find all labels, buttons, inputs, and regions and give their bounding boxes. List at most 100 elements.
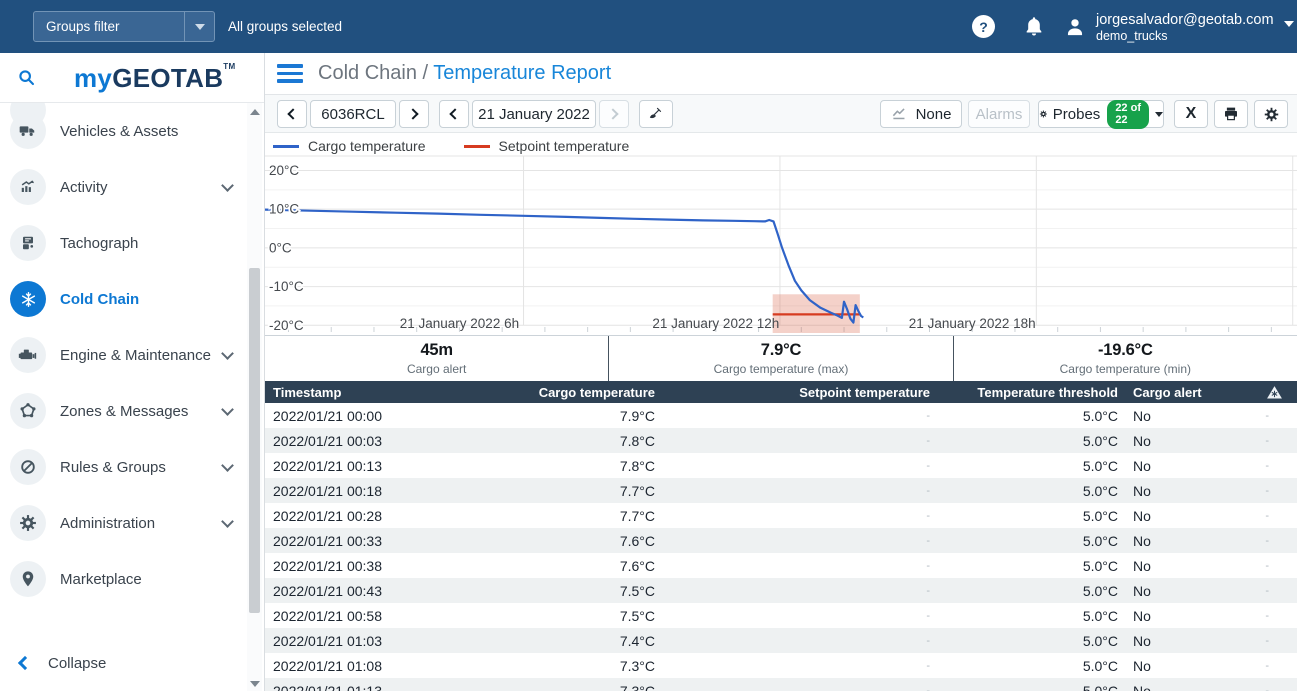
- sidebar-item-label: Tachograph: [60, 235, 138, 252]
- cell-timestamp: 2022/01/21 00:03: [265, 428, 525, 453]
- table-row[interactable]: 2022/01/21 00:337.6°C-5.0°CNo-: [265, 528, 1297, 553]
- chevron-down-icon: [1284, 21, 1294, 27]
- cell-cargo-alert: No: [1120, 653, 1220, 678]
- svg-text:21 January 2022 12h: 21 January 2022 12h: [652, 316, 779, 331]
- cell-timestamp: 2022/01/21 00:00: [265, 403, 525, 428]
- sidebar-item-tachograph[interactable]: Tachograph: [0, 215, 246, 271]
- page-header: Cold Chain / Temperature Report: [265, 53, 1297, 95]
- legend-label-cargo: Cargo temperature: [308, 138, 426, 154]
- col-temperature-threshold[interactable]: Temperature threshold: [930, 381, 1120, 403]
- sidebar-item-activity[interactable]: Activity: [0, 159, 246, 215]
- sidebar-item-label: Activity: [60, 179, 108, 196]
- sidebar-item-engine-maintenance[interactable]: Engine & Maintenance: [0, 327, 246, 383]
- prev-date-button[interactable]: [439, 100, 469, 128]
- sidebar-item-cold-chain[interactable]: Cold Chain: [0, 271, 246, 327]
- cell-cargo-temperature: 7.8°C: [525, 428, 655, 453]
- help-button[interactable]: ?: [972, 15, 995, 38]
- mygeotab-logo: myGEOTABTM: [74, 62, 235, 94]
- sidebar-item-label: Administration: [60, 515, 155, 532]
- sidebar-item-vehicles-assets[interactable]: Vehicles & Assets: [0, 103, 246, 159]
- next-date-button[interactable]: [599, 100, 629, 128]
- tachograph-icon: [10, 225, 46, 261]
- legend-line-setpoint: [464, 145, 490, 148]
- table-row[interactable]: 2022/01/21 00:007.9°C-5.0°CNo-: [265, 403, 1297, 428]
- sidebar-item-administration[interactable]: Administration: [0, 495, 246, 551]
- alarms-button[interactable]: Alarms: [968, 100, 1030, 128]
- scrollbar-thumb[interactable]: [249, 268, 260, 613]
- col-alert-flag[interactable]: [1220, 381, 1297, 403]
- groups-filter[interactable]: Groups filter: [33, 11, 215, 42]
- cell-cargo-alert: No: [1120, 578, 1220, 603]
- cell-temperature-threshold: 5.0°C: [930, 603, 1120, 628]
- scroll-down-arrow[interactable]: [250, 681, 260, 687]
- gear-icon: [1263, 106, 1280, 123]
- person-icon: [1062, 14, 1088, 40]
- user-database: demo_trucks: [1096, 29, 1274, 45]
- chevron-down-icon: [1155, 112, 1163, 117]
- next-vehicle-button[interactable]: [399, 100, 429, 128]
- vehicle-selector-button[interactable]: 6036RCL: [310, 100, 396, 128]
- col-setpoint-temperature[interactable]: Setpoint temperature: [655, 381, 930, 403]
- cell-temperature-threshold: 5.0°C: [930, 553, 1120, 578]
- cell-cargo-alert: No: [1120, 403, 1220, 428]
- chart-mode-label: None: [916, 106, 952, 123]
- col-cargo-temperature[interactable]: Cargo temperature: [525, 381, 655, 403]
- gear-icon: [1039, 107, 1048, 121]
- probes-label: Probes: [1053, 106, 1101, 123]
- chevron-right-icon: [407, 108, 418, 119]
- table-row[interactable]: 2022/01/21 00:137.8°C-5.0°CNo-: [265, 453, 1297, 478]
- user-menu[interactable]: jorgesalvador@geotab.com demo_trucks: [1062, 11, 1294, 45]
- table-row[interactable]: 2022/01/21 00:587.5°C-5.0°CNo-: [265, 603, 1297, 628]
- prev-vehicle-button[interactable]: [277, 100, 307, 128]
- scroll-up-arrow[interactable]: [250, 109, 260, 115]
- search-icon[interactable]: [16, 67, 38, 89]
- notifications-button[interactable]: [1022, 14, 1046, 38]
- cell-timestamp: 2022/01/21 00:43: [265, 578, 525, 603]
- table-row[interactable]: 2022/01/21 00:437.5°C-5.0°CNo-: [265, 578, 1297, 603]
- col-timestamp[interactable]: Timestamp: [265, 381, 525, 403]
- zone-icon: [10, 393, 46, 429]
- table-row[interactable]: 2022/01/21 01:037.4°C-5.0°CNo-: [265, 628, 1297, 653]
- sidebar-item-rules-groups[interactable]: Rules & Groups: [0, 439, 246, 495]
- table-row[interactable]: 2022/01/21 01:137.3°C-5.0°CNo-: [265, 678, 1297, 691]
- groups-filter-dropdown-button[interactable]: [184, 12, 214, 41]
- table-row[interactable]: 2022/01/21 00:287.7°C-5.0°CNo-: [265, 503, 1297, 528]
- cell-alert-flag: -: [1220, 453, 1297, 478]
- excel-export-button[interactable]: X: [1174, 100, 1208, 128]
- cell-setpoint-temperature: -: [655, 678, 930, 691]
- groups-filter-label: Groups filter: [34, 19, 184, 34]
- sidebar-item-marketplace[interactable]: Marketplace: [0, 551, 246, 607]
- settings-button[interactable]: [1254, 100, 1288, 128]
- probes-dropdown-button[interactable]: Probes 22 of 22: [1038, 100, 1164, 128]
- cell-alert-flag: -: [1220, 428, 1297, 453]
- cell-timestamp: 2022/01/21 00:13: [265, 453, 525, 478]
- table-row[interactable]: 2022/01/21 00:387.6°C-5.0°CNo-: [265, 553, 1297, 578]
- sidebar-item-label: Vehicles & Assets: [60, 123, 178, 140]
- chart-legend: Cargo temperature Setpoint temperature: [273, 138, 629, 154]
- user-email: jorgesalvador@geotab.com: [1096, 11, 1274, 29]
- cell-cargo-temperature: 7.6°C: [525, 553, 655, 578]
- svg-text:21 January 2022 6h: 21 January 2022 6h: [400, 316, 519, 331]
- chart-mode-button[interactable]: None: [880, 100, 962, 128]
- clear-button[interactable]: [639, 100, 673, 128]
- cell-setpoint-temperature: -: [655, 403, 930, 428]
- sidebar-item-label: Cold Chain: [60, 291, 139, 308]
- cell-setpoint-temperature: -: [655, 453, 930, 478]
- hamburger-menu-icon[interactable]: [277, 64, 303, 83]
- print-button[interactable]: [1214, 100, 1248, 128]
- table-row[interactable]: 2022/01/21 00:037.8°C-5.0°CNo-: [265, 428, 1297, 453]
- cell-temperature-threshold: 5.0°C: [930, 453, 1120, 478]
- date-selector-button[interactable]: 21 January 2022: [472, 100, 596, 128]
- svg-text:0°C: 0°C: [269, 240, 292, 255]
- col-cargo-alert[interactable]: Cargo alert: [1120, 381, 1220, 403]
- sidebar-scrollbar[interactable]: [247, 103, 262, 691]
- cell-setpoint-temperature: -: [655, 503, 930, 528]
- collapse-button[interactable]: Collapse: [0, 643, 240, 683]
- cell-cargo-temperature: 7.9°C: [525, 403, 655, 428]
- svg-text:10°C: 10°C: [269, 202, 299, 217]
- sidebar-item-zones-messages[interactable]: Zones & Messages: [0, 383, 246, 439]
- cell-temperature-threshold: 5.0°C: [930, 403, 1120, 428]
- cell-timestamp: 2022/01/21 00:58: [265, 603, 525, 628]
- table-row[interactable]: 2022/01/21 00:187.7°C-5.0°CNo-: [265, 478, 1297, 503]
- table-row[interactable]: 2022/01/21 01:087.3°C-5.0°CNo-: [265, 653, 1297, 678]
